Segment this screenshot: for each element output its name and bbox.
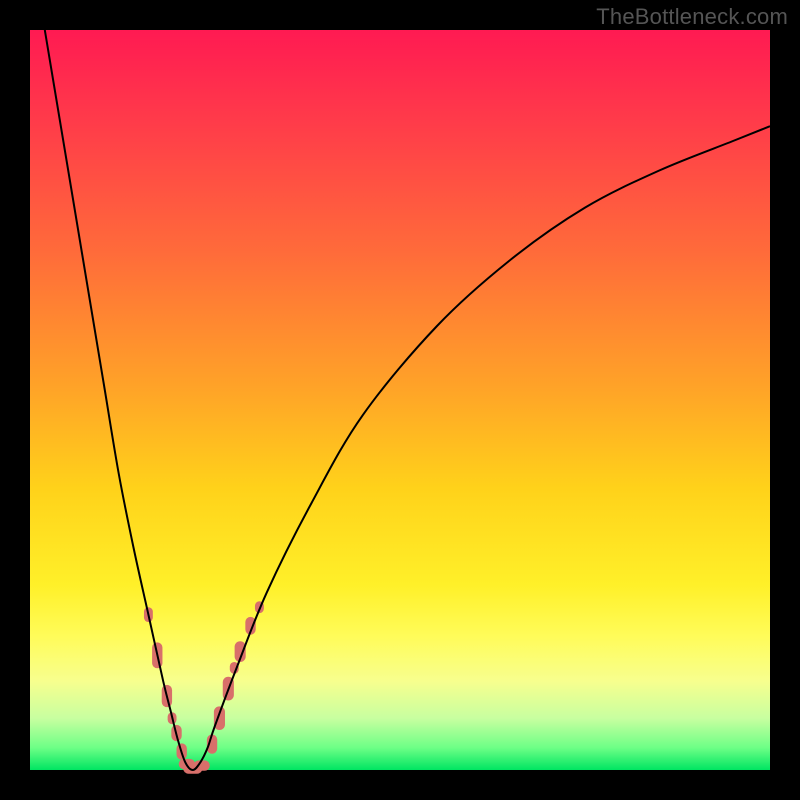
watermark-text: TheBottleneck.com xyxy=(596,4,788,30)
chart-frame: TheBottleneck.com xyxy=(0,0,800,800)
marker-group xyxy=(144,601,264,773)
curve-svg xyxy=(30,30,770,770)
plot-area xyxy=(30,30,770,770)
